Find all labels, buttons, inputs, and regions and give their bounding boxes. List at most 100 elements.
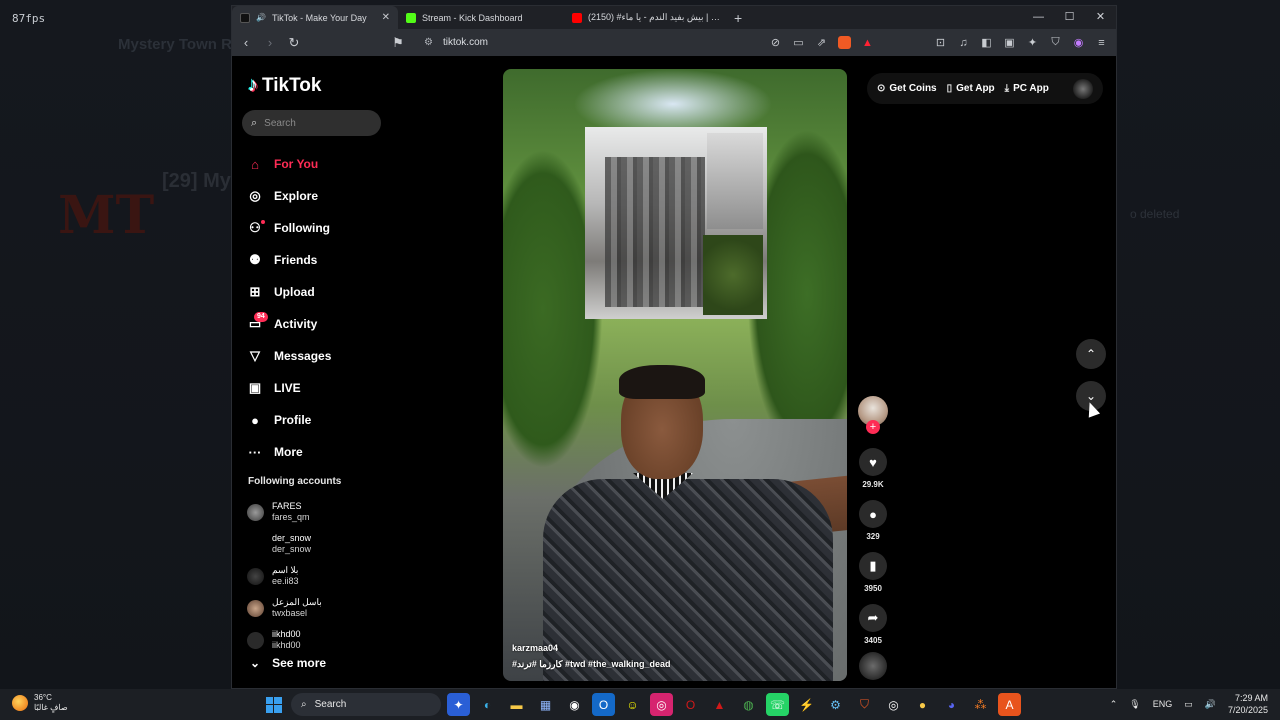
sound-disc[interactable] bbox=[859, 652, 887, 680]
search-input[interactable] bbox=[264, 117, 365, 129]
app-icon[interactable]: ● bbox=[911, 693, 934, 716]
sidebar-nav: ⌂ For You ◎ Explore ⚇ Following ⚉ Friend… bbox=[247, 148, 387, 468]
url-field[interactable]: ⚙ tiktok.com bbox=[424, 37, 488, 48]
nav-friends[interactable]: ⚉ Friends bbox=[247, 244, 387, 276]
nav-live[interactable]: ▣ LIVE bbox=[247, 372, 387, 404]
background-app-logo: MT bbox=[58, 185, 155, 246]
nav-messages[interactable]: ▽ Messages bbox=[247, 340, 387, 372]
whatsapp-icon[interactable]: ☏ bbox=[766, 693, 789, 716]
previous-video-button[interactable]: ⌃ bbox=[1076, 339, 1106, 369]
follow-plus-icon[interactable]: + bbox=[866, 420, 880, 434]
nav-activity[interactable]: ▭ 94 Activity bbox=[247, 308, 387, 340]
like-button[interactable]: ♥ bbox=[859, 448, 887, 476]
see-more-button[interactable]: ⌄ See more bbox=[250, 656, 326, 670]
bookmark-icon[interactable]: ⚑ bbox=[392, 35, 404, 51]
brave-shields-icon[interactable] bbox=[838, 36, 851, 49]
app-icon[interactable]: A bbox=[998, 693, 1021, 716]
snapchat-icon[interactable]: ☺ bbox=[621, 693, 644, 716]
reload-button[interactable]: ↻ bbox=[288, 35, 300, 51]
tab-tiktok[interactable]: 🔊 TikTok - Make Your Day ✕ bbox=[232, 6, 398, 29]
get-app-button[interactable]: ▯ Get App bbox=[947, 83, 995, 94]
start-button[interactable] bbox=[262, 693, 285, 716]
share-icon[interactable]: ⇗ bbox=[815, 36, 828, 49]
network-icon[interactable]: ▭ bbox=[1184, 699, 1193, 710]
copilot-icon[interactable]: ✦ bbox=[447, 693, 470, 716]
close-window-button[interactable]: ✕ bbox=[1085, 6, 1116, 29]
menu-icon[interactable]: ≡ bbox=[1095, 37, 1108, 49]
back-button[interactable]: ‹ bbox=[240, 35, 252, 50]
following-account[interactable]: der_snow der_snow bbox=[247, 528, 377, 560]
search-box[interactable]: ⌕ bbox=[242, 110, 381, 136]
app-icon[interactable]: ▲ bbox=[708, 693, 731, 716]
screenshot-icon[interactable]: ⊡ bbox=[934, 36, 947, 49]
tab-kick[interactable]: Stream - Kick Dashboard bbox=[398, 6, 564, 29]
language-indicator[interactable]: ENG bbox=[1153, 699, 1173, 709]
following-account[interactable]: باسل المزعل twxbasel bbox=[247, 592, 377, 624]
fps-counter: 87fps bbox=[12, 12, 46, 25]
maximize-button[interactable]: ☐ bbox=[1054, 6, 1085, 29]
wallet-icon[interactable]: ▣ bbox=[1003, 36, 1016, 49]
comment-button[interactable]: ● bbox=[859, 500, 887, 528]
obs-icon[interactable]: ◉ bbox=[563, 693, 586, 716]
extension-icon[interactable]: ◉ bbox=[1072, 36, 1085, 49]
nav-for-you[interactable]: ⌂ For You bbox=[247, 148, 387, 180]
tracking-off-icon[interactable]: ⊘ bbox=[769, 36, 782, 49]
save-button[interactable]: ▮ bbox=[859, 552, 887, 580]
store-icon[interactable]: ▦ bbox=[534, 693, 557, 716]
outlook-icon[interactable]: O bbox=[592, 693, 615, 716]
leo-ai-icon[interactable]: ✦ bbox=[1026, 36, 1039, 49]
nav-following[interactable]: ⚇ Following bbox=[247, 212, 387, 244]
speaker-icon[interactable]: 🔊 bbox=[256, 13, 266, 22]
tray-chevron-up-icon[interactable]: ⌃ bbox=[1110, 699, 1118, 710]
clock[interactable]: 7:29 AM 7/20/2025 bbox=[1228, 692, 1268, 716]
pc-app-button[interactable]: ⤓ PC App bbox=[1005, 83, 1049, 94]
new-tab-button[interactable]: + bbox=[734, 10, 742, 26]
following-account[interactable]: iikhd00 iikhd00 bbox=[247, 624, 377, 656]
brave-rewards-icon[interactable]: ▲ bbox=[861, 37, 874, 49]
taskbar-search[interactable]: ⌕ Search bbox=[291, 693, 441, 716]
app-icon[interactable]: ⁂ bbox=[969, 693, 992, 716]
nav-label: Explore bbox=[274, 189, 319, 203]
tiktok-logo[interactable]: ♪ TikTok bbox=[248, 74, 321, 97]
volume-icon[interactable]: 🔊 bbox=[1205, 699, 1216, 710]
nav-label: More bbox=[274, 445, 303, 459]
app-icon[interactable]: ⚡ bbox=[795, 693, 818, 716]
video-hashtags[interactable]: #كارزما #ترند #twd #the_walking_dead bbox=[512, 659, 671, 670]
close-tab-icon[interactable]: ✕ bbox=[382, 12, 390, 23]
video-username[interactable]: karzmaa04 bbox=[512, 643, 558, 653]
discord-icon[interactable]: ◕ bbox=[940, 693, 963, 716]
file-explorer-icon[interactable]: ▬ bbox=[505, 693, 528, 716]
forward-button[interactable]: › bbox=[264, 35, 276, 50]
cast-icon[interactable]: ▭ bbox=[792, 36, 805, 49]
brave-icon[interactable]: ⛉ bbox=[853, 693, 876, 716]
steam-icon[interactable]: ⚙ bbox=[824, 693, 847, 716]
nav-explore[interactable]: ◎ Explore bbox=[247, 180, 387, 212]
vpn-icon[interactable]: ⛉ bbox=[1049, 36, 1062, 49]
account-username: fares_qm bbox=[272, 512, 310, 522]
share-button[interactable]: ➦ bbox=[859, 604, 887, 632]
minimize-button[interactable]: — bbox=[1023, 6, 1054, 29]
nav-upload[interactable]: ⊞ Upload bbox=[247, 276, 387, 308]
tab-title: TikTok - Make Your Day bbox=[271, 12, 367, 23]
nav-more[interactable]: ··· More bbox=[247, 436, 387, 468]
weather-widget[interactable]: 36°C صافٍ غالبًا bbox=[12, 693, 68, 713]
site-info-icon[interactable]: ⚙ bbox=[424, 37, 433, 48]
nav-profile[interactable]: ● Profile bbox=[247, 404, 387, 436]
phone-icon: ▯ bbox=[946, 83, 953, 94]
edge-icon[interactable]: ◐ bbox=[476, 693, 499, 716]
instagram-icon[interactable]: ◎ bbox=[650, 693, 673, 716]
get-coins-button[interactable]: ⊙ Get Coins bbox=[877, 83, 937, 94]
video-player[interactable]: karzmaa04 #كارزما #ترند #twd #the_walkin… bbox=[503, 69, 847, 681]
notification-dot bbox=[261, 220, 265, 224]
following-account[interactable]: بلا اسم ee.ii83 bbox=[247, 560, 377, 592]
following-account[interactable]: FARES fares_qm bbox=[247, 496, 377, 528]
profile-avatar[interactable] bbox=[1073, 78, 1093, 99]
sidebar-icon[interactable]: ◧ bbox=[980, 36, 993, 49]
app-icon[interactable]: ◎ bbox=[882, 693, 905, 716]
music-icon[interactable]: ♫ bbox=[957, 37, 970, 49]
opera-icon[interactable]: O bbox=[679, 693, 702, 716]
more-icon: ··· bbox=[248, 444, 262, 460]
tab-youtube[interactable]: (2150) #سورية | بيش بفيد الندم - يا ماء bbox=[564, 6, 730, 29]
chrome-icon[interactable]: ◍ bbox=[737, 693, 760, 716]
microphone-icon[interactable]: 🎙 bbox=[1129, 699, 1140, 710]
